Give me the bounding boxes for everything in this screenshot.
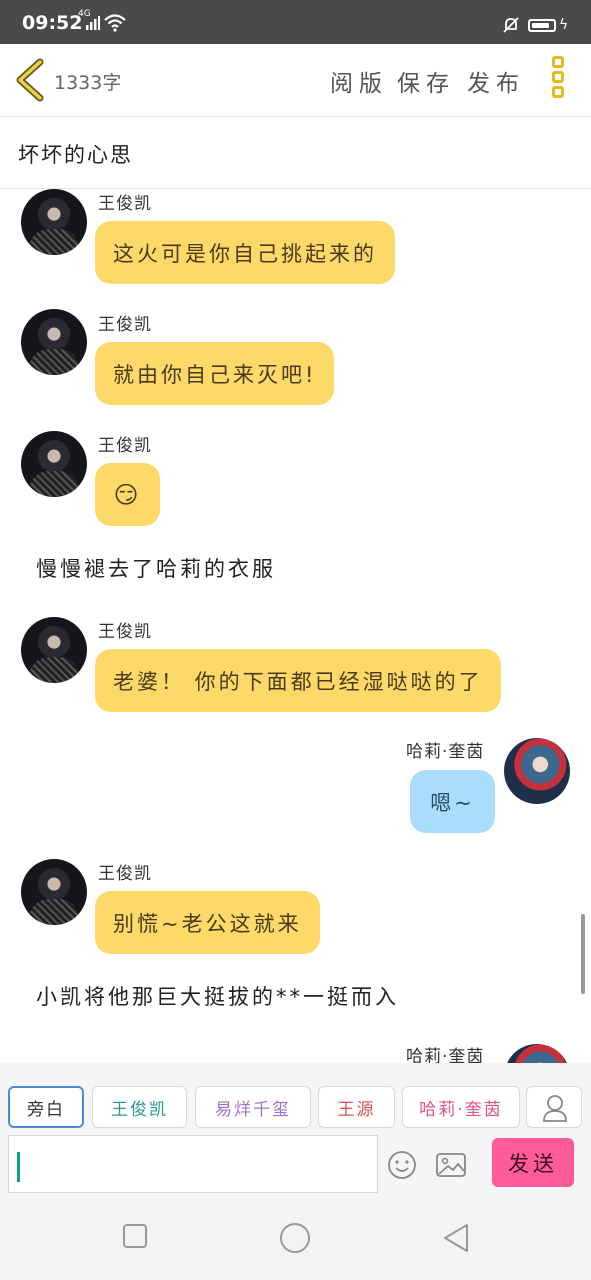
message-bubble[interactable]: 这火可是你自己挑起来的 <box>95 221 395 284</box>
role-selector: 旁白 王俊凯 易烊千玺 王源 哈莉·奎茵 <box>0 1063 591 1131</box>
role-button-yiyangqianxi[interactable]: 易烊千玺 <box>195 1086 311 1128</box>
avatar[interactable] <box>21 617 87 683</box>
back-triangle-icon[interactable] <box>442 1223 470 1253</box>
emoji-icon[interactable] <box>386 1149 418 1181</box>
status-time: 09:52 <box>22 12 83 34</box>
image-icon[interactable] <box>435 1149 467 1181</box>
charging-icon: ϟ <box>559 17 569 33</box>
role-button-narrator[interactable]: 旁白 <box>8 1086 84 1128</box>
narration-text[interactable]: 小凯将他那巨大挺拔的**一挺而入 <box>36 981 399 1011</box>
avatar[interactable] <box>504 738 570 804</box>
avatar[interactable] <box>21 189 87 255</box>
sender-name: 王俊凯 <box>98 315 152 335</box>
avatar[interactable] <box>21 309 87 375</box>
avatar[interactable] <box>21 431 87 497</box>
save-button[interactable]: 保存 <box>397 64 455 98</box>
system-nav-bar <box>0 1201 591 1280</box>
role-button-harley-quinn[interactable]: 哈莉·奎茵 <box>402 1086 520 1128</box>
avatar[interactable] <box>21 859 87 925</box>
message-bubble[interactable]: 嗯~ <box>410 770 495 833</box>
signal-icon <box>86 16 100 30</box>
text-caret <box>17 1152 20 1182</box>
sender-name: 哈莉·奎茵 <box>406 742 485 762</box>
wifi-icon <box>104 14 126 32</box>
status-bar: 09:52 4G ϟ <box>0 0 591 44</box>
back-icon[interactable] <box>14 58 48 102</box>
scrollbar[interactable] <box>581 914 585 994</box>
story-title-bar[interactable]: 坏坏的心思 <box>0 117 591 189</box>
message-bubble[interactable]: 就由你自己来灭吧! <box>95 342 335 405</box>
narration-text[interactable]: 慢慢褪去了哈莉的衣服 <box>36 553 276 583</box>
preview-button[interactable]: 阅版 <box>330 64 388 98</box>
sender-name: 王俊凯 <box>98 436 152 456</box>
recents-square-icon[interactable] <box>122 1223 148 1249</box>
mute-bell-icon <box>503 17 519 33</box>
sender-name: 哈莉·奎茵 <box>406 1047 485 1063</box>
story-title: 坏坏的心思 <box>18 143 133 167</box>
avatar[interactable] <box>504 1044 570 1063</box>
message-input[interactable] <box>8 1135 378 1193</box>
add-role-icon[interactable] <box>526 1086 582 1128</box>
message-bubble[interactable]: 老婆！ 你的下面都已经湿哒哒的了 <box>95 649 501 712</box>
message-bubble[interactable]: 😏 <box>95 463 160 526</box>
more-icon[interactable] <box>548 56 568 106</box>
sender-name: 王俊凯 <box>98 622 152 642</box>
home-circle-icon[interactable] <box>279 1222 311 1254</box>
top-bar: 1333字 阅版 保存 发布 <box>0 44 591 117</box>
role-button-wangyuan[interactable]: 王源 <box>318 1086 395 1128</box>
char-count: 1333字 <box>54 72 122 94</box>
message-bubble[interactable]: 别慌~老公这就来 <box>95 891 320 954</box>
role-button-wangjunkai[interactable]: 王俊凯 <box>92 1086 187 1128</box>
sender-name: 王俊凯 <box>98 194 152 214</box>
publish-button[interactable]: 发布 <box>467 64 525 98</box>
send-button[interactable]: 发送 <box>492 1138 574 1187</box>
composer: 发送 <box>0 1131 591 1201</box>
sender-name: 王俊凯 <box>98 864 152 884</box>
chat-area[interactable]: 王俊凯 这火可是你自己挑起来的 王俊凯 就由你自己来灭吧! 王俊凯 😏 慢慢褪去… <box>0 189 591 1063</box>
battery-icon <box>528 19 556 32</box>
